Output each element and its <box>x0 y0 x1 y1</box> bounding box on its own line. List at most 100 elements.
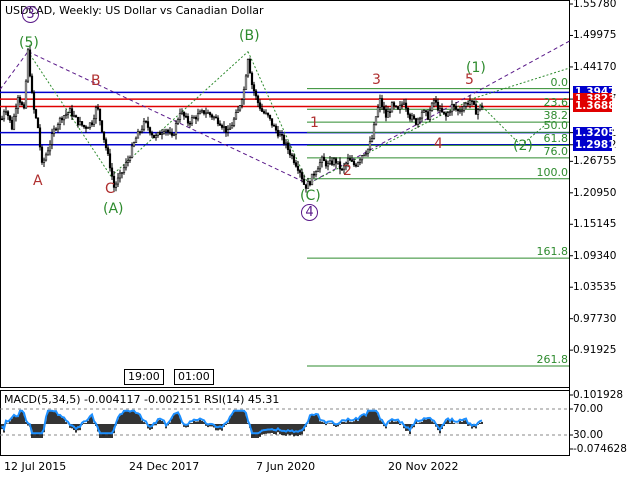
candle-body <box>92 118 96 125</box>
fib-level-label: 261.8 <box>536 353 569 366</box>
candle-body <box>426 111 430 120</box>
candle-body <box>130 145 134 158</box>
candle-body <box>194 116 198 120</box>
candle-body <box>118 172 122 179</box>
candle-body <box>272 124 276 127</box>
fib-level-label: 61.8 <box>543 132 569 146</box>
candle-body <box>338 161 342 170</box>
price-axis-label: 1.09340 <box>573 249 617 262</box>
candle-body <box>124 162 128 169</box>
candle-body <box>270 118 274 126</box>
wave-label: (C) <box>300 188 321 205</box>
candle-body <box>56 124 60 130</box>
candle-body <box>66 112 70 115</box>
candle-body <box>396 106 400 110</box>
candle-body <box>40 146 44 163</box>
candle-body <box>98 108 102 121</box>
candle-body <box>104 139 108 149</box>
candle-body <box>370 138 374 142</box>
candle-body <box>212 116 216 119</box>
price-axis-label: 1.44170 <box>573 60 617 73</box>
candle-body <box>238 105 242 111</box>
candle-body <box>38 127 42 148</box>
candle-body <box>74 115 78 118</box>
candle-body <box>314 171 318 176</box>
candle-body <box>22 104 26 109</box>
candle-body <box>284 142 288 145</box>
candle-body <box>356 162 360 167</box>
candle-body <box>168 131 172 134</box>
candle-body <box>180 111 184 114</box>
candle-body <box>264 112 268 115</box>
candle-body <box>2 111 6 120</box>
candle-body <box>298 170 302 173</box>
date-axis-label: 24 Dec 2017 <box>129 460 200 473</box>
candlestick-series <box>0 44 484 193</box>
candle-body <box>106 147 110 155</box>
wave-label: 3 <box>22 5 39 23</box>
candle-body <box>230 125 234 129</box>
candle-body <box>466 102 470 105</box>
price-axis-label: 1.20950 <box>573 186 617 199</box>
candle-body <box>160 132 164 136</box>
candle-body <box>144 120 148 123</box>
candle-body <box>68 108 72 114</box>
candle-body <box>36 117 40 129</box>
wave-label: (1) <box>466 59 486 76</box>
candle-body <box>400 103 404 106</box>
candle-body <box>128 157 132 161</box>
candle-body <box>246 59 250 77</box>
candle-body <box>336 161 340 164</box>
candle-body <box>458 110 462 113</box>
candle-body <box>120 172 124 174</box>
candle-body <box>450 104 454 113</box>
candle-body <box>398 105 402 110</box>
candle-body <box>394 105 398 108</box>
candle-body <box>42 159 46 163</box>
wave-label: 4 <box>301 204 318 222</box>
candle-body <box>460 109 464 112</box>
candle-body <box>10 119 14 130</box>
candle-body <box>254 90 258 97</box>
candle-body <box>296 165 300 171</box>
candle-body <box>348 158 352 161</box>
candle-body <box>140 128 144 133</box>
candle-body <box>244 75 248 90</box>
candle-body <box>260 108 264 112</box>
candle-body <box>152 134 156 139</box>
chart-title: USDCAD, Weekly: US Dollar vs Canadian Do… <box>5 4 264 17</box>
candle-body <box>308 181 312 186</box>
candle-body <box>384 109 388 118</box>
time-box-2[interactable]: 01:00 <box>174 369 214 385</box>
candle-body <box>178 113 182 120</box>
candle-body <box>0 118 4 121</box>
candle-body <box>366 148 370 154</box>
candle-body <box>138 131 142 134</box>
wave-label: 2 <box>343 162 352 179</box>
candle-body <box>470 100 474 102</box>
candle-body <box>24 80 28 109</box>
candle-body <box>182 111 186 117</box>
candle-body <box>286 142 290 151</box>
indicator-axis-label: 30.00 <box>573 429 604 441</box>
candle-body <box>404 102 408 109</box>
price-axis-label: 0.91925 <box>573 344 617 357</box>
candle-body <box>200 110 204 113</box>
candle-body <box>88 122 92 128</box>
candle-body <box>368 141 372 150</box>
wave-trendline <box>0 51 29 90</box>
candle-body <box>154 135 158 139</box>
time-box-1[interactable]: 19:00 <box>124 369 164 385</box>
candle-body <box>78 121 82 126</box>
candle-body <box>210 114 214 118</box>
candle-body <box>362 154 366 157</box>
candle-body <box>12 115 16 130</box>
candle-body <box>174 123 178 135</box>
candle-body <box>72 115 76 117</box>
candle-body <box>90 122 94 125</box>
date-axis-label: 7 Jun 2020 <box>256 460 316 473</box>
candle-body <box>216 117 220 125</box>
candle-body <box>82 124 86 128</box>
candle-body <box>478 105 482 110</box>
main-pane-border <box>0 0 570 388</box>
